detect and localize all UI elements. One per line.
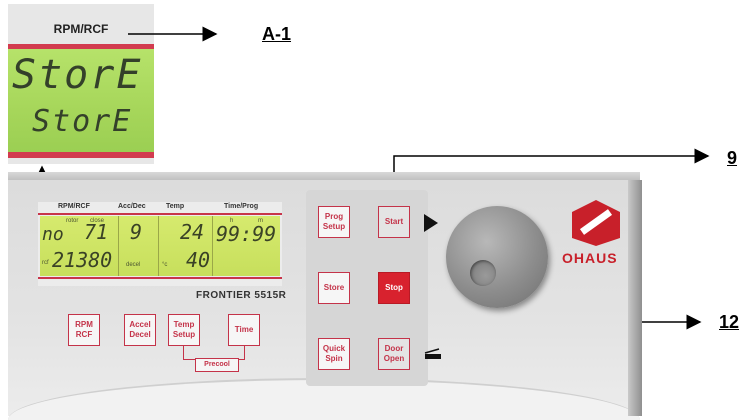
lcd-label-decel: decel <box>126 262 141 268</box>
quick-spin-button[interactable]: Quick Spin <box>318 338 350 370</box>
accel-decel-button[interactable]: Accel Decel <box>124 314 156 346</box>
lcd-divider <box>212 216 213 276</box>
ohaus-logo-text: OHAUS <box>562 250 618 266</box>
ohaus-logo-icon <box>572 200 620 246</box>
lcd-no: no <box>42 224 64 245</box>
lcd-rpm-value: 21380 <box>52 248 113 272</box>
device-top-edge <box>8 172 640 180</box>
model-name: FRONTIER 5515R <box>196 290 287 301</box>
knob-grip-icon <box>470 260 496 286</box>
rotary-knob[interactable] <box>446 206 548 308</box>
store-button[interactable]: Store <box>318 272 350 304</box>
annotation-a1: A-1 <box>262 24 292 44</box>
lcd-label-celsius: °c <box>162 262 168 268</box>
display-divider-top <box>38 213 282 215</box>
lcd-divider <box>118 216 119 276</box>
time-button[interactable]: Time <box>228 314 260 346</box>
header-time-prog: Time/Prog <box>224 203 259 210</box>
device-side-shadow <box>628 180 642 416</box>
rpm-rcf-button[interactable]: RPM RCF <box>68 314 100 346</box>
prog-setup-button[interactable]: Prog Setup <box>318 206 350 238</box>
lcd-accel-value: 9 <box>130 220 143 244</box>
lcd-time-value: 99:99 <box>216 222 277 246</box>
lcd-screen: rotor close no 71 rcf 21380 9 decel 24 °… <box>40 216 280 276</box>
lcd-label-rcf: rcf <box>42 260 49 266</box>
temp-setup-button[interactable]: Temp Setup <box>168 314 200 346</box>
stop-button[interactable]: Stop <box>378 272 410 304</box>
main-display: RPM/RCF Acc/Dec Temp Time/Prog rotor clo… <box>38 202 282 286</box>
play-icon <box>424 214 438 232</box>
door-open-button[interactable]: Door Open <box>378 338 410 370</box>
lcd-rotor-number: 71 <box>84 220 109 244</box>
start-button[interactable]: Start <box>378 206 410 238</box>
door-open-icon <box>424 348 441 359</box>
lcd-temp-set: 24 <box>180 220 205 244</box>
lcd-divider <box>158 216 159 276</box>
precool-label: Precool <box>195 358 239 372</box>
header-rpm-rcf: RPM/RCF <box>58 203 90 210</box>
annotation-9: 9 <box>727 148 738 168</box>
lcd-label-rotor: rotor <box>66 218 79 224</box>
display-divider-bottom <box>38 277 282 279</box>
centrifuge-control-panel: RPM/RCF Acc/Dec Temp Time/Prog rotor clo… <box>0 168 751 420</box>
header-temp: Temp <box>166 203 185 210</box>
display-header: RPM/RCF Acc/Dec Temp Time/Prog <box>38 202 282 212</box>
header-acc-dec: Acc/Dec <box>118 203 146 210</box>
lcd-temp-actual: 40 <box>186 248 211 272</box>
